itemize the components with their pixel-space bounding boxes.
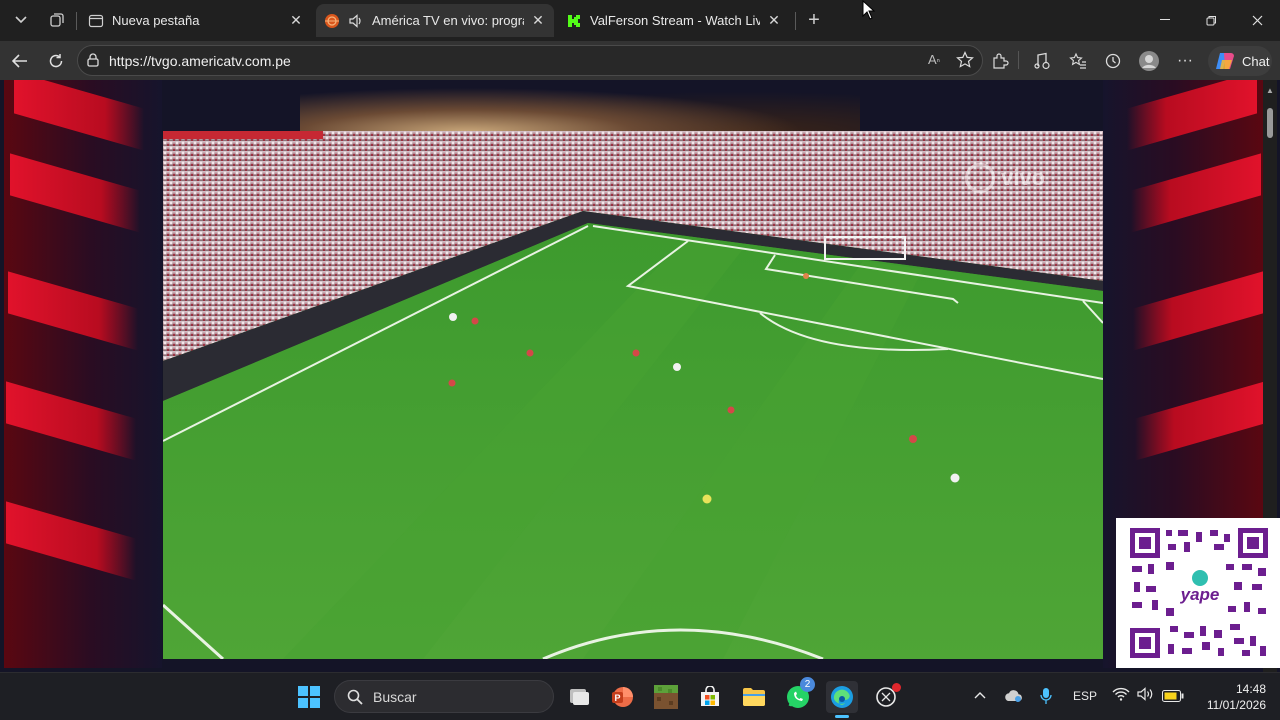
lock-icon[interactable] xyxy=(87,53,99,72)
new-tab-plus-icon[interactable]: + xyxy=(799,6,829,34)
tab-valferson-stream[interactable]: ValFerson Stream - Watch Live on ✕ xyxy=(558,4,790,37)
close-window-icon[interactable] xyxy=(1234,0,1280,40)
refresh-icon[interactable] xyxy=(41,46,71,76)
restore-icon[interactable] xyxy=(1188,0,1234,40)
page-content: vivo ▲ yape xyxy=(0,80,1280,672)
read-aloud-icon[interactable]: Aⁿ xyxy=(928,52,940,67)
left-decor-panel xyxy=(4,80,162,668)
yape-qr-code: yape xyxy=(1116,518,1280,668)
close-tab-icon[interactable]: ✕ xyxy=(766,12,782,29)
close-tab-icon[interactable]: ✕ xyxy=(530,12,546,29)
workspaces-icon[interactable] xyxy=(42,6,72,34)
system-clock[interactable]: 14:48 11/01/2026 xyxy=(1196,681,1266,713)
search-icon xyxy=(347,689,363,705)
tray-overflow-chevron-icon[interactable] xyxy=(974,687,986,702)
whatsapp-badge: 2 xyxy=(800,677,815,692)
scroll-thumb[interactable] xyxy=(1267,108,1273,138)
scroll-up-arrow-icon[interactable]: ▲ xyxy=(1266,86,1274,95)
language-indicator[interactable]: ESP xyxy=(1073,689,1097,703)
notification-dot xyxy=(892,683,901,692)
onedrive-icon[interactable] xyxy=(1004,688,1024,705)
favorites-icon[interactable] xyxy=(1063,46,1093,76)
back-arrow-icon[interactable] xyxy=(5,46,35,76)
url-text[interactable]: https://tvgo.americatv.com.pe xyxy=(109,53,291,69)
browser-toolbar: https://tvgo.americatv.com.pe Aⁿ ··· Cha… xyxy=(0,41,1280,80)
microsoft-store-icon[interactable] xyxy=(694,681,726,713)
tab-america-tv[interactable]: América TV en vivo: programa ✕ xyxy=(316,4,554,37)
tab-separator xyxy=(76,12,77,30)
chat-label: Chat xyxy=(1242,53,1270,69)
copilot-icon xyxy=(1214,51,1236,71)
live-video-player[interactable]: vivo xyxy=(163,131,1103,659)
minimize-icon[interactable] xyxy=(1142,0,1188,40)
media-control-icon[interactable] xyxy=(1027,46,1057,76)
tab-title: ValFerson Stream - Watch Live on xyxy=(590,13,760,28)
copilot-chat-button[interactable]: Chat xyxy=(1208,46,1272,76)
tab-new-tab[interactable]: Nueva pestaña ✕ xyxy=(80,4,312,37)
america-tv-icon xyxy=(324,13,340,29)
windows-taskbar: Buscar P 2 ESP 14:48 11/01/2026 xyxy=(0,672,1280,720)
america-logo-icon xyxy=(965,163,995,193)
tab-actions-chevron-icon[interactable] xyxy=(6,6,36,34)
tab-title: Nueva pestaña xyxy=(112,13,200,28)
vivo-watermark: vivo xyxy=(965,163,1045,193)
microphone-icon[interactable] xyxy=(1040,687,1052,708)
promo-players-image xyxy=(300,80,860,132)
active-app-indicator xyxy=(835,715,849,718)
qr-code-image: yape xyxy=(1130,528,1268,658)
history-icon[interactable] xyxy=(1098,46,1128,76)
yape-brand-text: yape xyxy=(1180,585,1220,604)
chatgpt-icon[interactable] xyxy=(870,681,902,713)
wifi-icon[interactable] xyxy=(1112,687,1130,704)
profile-avatar-icon[interactable] xyxy=(1134,46,1164,76)
close-tab-icon[interactable]: ✕ xyxy=(288,12,304,29)
minecraft-icon[interactable] xyxy=(650,681,682,713)
extensions-icon[interactable] xyxy=(985,46,1015,76)
task-view-icon[interactable] xyxy=(562,681,594,713)
new-tab-icon xyxy=(88,13,104,29)
speaker-icon[interactable] xyxy=(348,13,364,29)
football-match-frame xyxy=(163,131,1103,659)
more-options-icon[interactable]: ··· xyxy=(1170,46,1200,76)
svg-text:P: P xyxy=(614,693,620,703)
edge-browser-icon[interactable] xyxy=(826,681,858,718)
address-bar[interactable]: https://tvgo.americatv.com.pe Aⁿ xyxy=(77,45,983,76)
tab-separator xyxy=(795,12,796,30)
whatsapp-icon[interactable]: 2 xyxy=(782,677,815,713)
volume-icon[interactable] xyxy=(1137,687,1155,704)
mouse-cursor-icon xyxy=(862,0,876,25)
toolbar-divider xyxy=(1018,51,1019,69)
taskbar-search-box[interactable]: Buscar xyxy=(334,680,554,713)
powerpoint-icon[interactable]: P xyxy=(606,681,638,713)
windows-start-icon[interactable] xyxy=(293,681,325,713)
clock-date: 11/01/2026 xyxy=(1206,698,1266,712)
tab-title: América TV en vivo: programa xyxy=(372,13,524,28)
file-explorer-icon[interactable] xyxy=(738,681,770,713)
watermark-text: vivo xyxy=(1001,165,1046,190)
tab-strip: Nueva pestaña ✕ América TV en vivo: prog… xyxy=(0,0,1280,41)
favorite-star-icon[interactable] xyxy=(956,51,974,74)
kick-icon xyxy=(566,13,582,29)
battery-icon[interactable] xyxy=(1162,690,1184,705)
clock-time: 14:48 xyxy=(1235,682,1266,696)
search-placeholder: Buscar xyxy=(373,688,417,705)
